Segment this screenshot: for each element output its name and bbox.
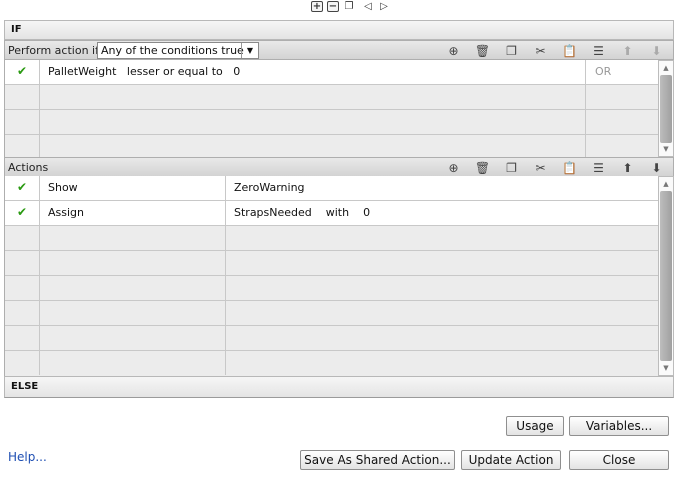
- scroll-thumb[interactable]: [660, 191, 672, 361]
- actions-toolbar: Actions ⊕ 🗑 ❐ ✂ 📋 ☰ ⬆ ⬇: [4, 157, 674, 177]
- next-arrow-icon[interactable]: ▷: [378, 1, 390, 12]
- copy-icon[interactable]: ❐: [343, 1, 355, 12]
- empty-condition-row[interactable]: [5, 85, 658, 110]
- chevron-down-icon: ▼: [241, 43, 258, 58]
- condition-text[interactable]: PalletWeight lesser or equal to 0: [40, 60, 586, 84]
- actions-grid: ✔ Show ZeroWarning ✔ Assign StrapsNeeded…: [4, 176, 658, 376]
- help-link[interactable]: Help...: [8, 450, 47, 464]
- action-row[interactable]: ✔ Assign StrapsNeeded with 0: [5, 201, 658, 226]
- move-down-icon[interactable]: ⬇: [642, 42, 671, 59]
- check-icon[interactable]: ✔: [5, 60, 40, 84]
- perform-action-label: Perform action if:: [8, 44, 103, 57]
- copy-icon[interactable]: ❐: [497, 42, 526, 59]
- action-detail[interactable]: StrapsNeeded with 0: [226, 201, 658, 225]
- condition-mode-select[interactable]: Any of the conditions true ▼: [97, 42, 259, 59]
- action-detail[interactable]: ZeroWarning: [226, 176, 658, 200]
- scroll-up-icon[interactable]: ▲: [659, 178, 673, 190]
- empty-action-row[interactable]: [5, 301, 658, 326]
- insert-after-icon[interactable]: ☰: [584, 42, 613, 59]
- move-down-icon[interactable]: ⬇: [642, 159, 671, 176]
- empty-action-row[interactable]: [5, 276, 658, 301]
- update-action-button[interactable]: Update Action: [461, 450, 561, 470]
- action-row[interactable]: ✔ Show ZeroWarning: [5, 176, 658, 201]
- save-shared-action-button[interactable]: Save As Shared Action...: [300, 450, 455, 470]
- actions-title: Actions: [8, 161, 49, 174]
- add-icon[interactable]: +: [311, 1, 323, 12]
- conditions-toolbar: Perform action if: Any of the conditions…: [4, 40, 674, 60]
- actions-scrollbar[interactable]: ▲ ▼: [658, 176, 674, 376]
- delete-icon[interactable]: 🗑: [468, 42, 497, 59]
- usage-button[interactable]: Usage: [506, 416, 564, 436]
- insert-row-icon[interactable]: ⊕: [439, 159, 468, 176]
- variables-button[interactable]: Variables...: [569, 416, 669, 436]
- conditions-grid: ✔ PalletWeight lesser or equal to 0 OR: [4, 60, 658, 157]
- condition-row[interactable]: ✔ PalletWeight lesser or equal to 0 OR: [5, 60, 658, 85]
- conditions-toolbar-icons: ⊕ 🗑 ❐ ✂ 📋 ☰ ⬆ ⬇: [439, 42, 671, 59]
- if-title: IF: [11, 24, 22, 35]
- condition-connector[interactable]: OR: [586, 60, 658, 84]
- empty-condition-row[interactable]: [5, 135, 658, 157]
- prev-arrow-icon[interactable]: ◁: [362, 1, 374, 12]
- insert-after-icon[interactable]: ☰: [584, 159, 613, 176]
- if-section-header: IF: [4, 20, 674, 40]
- cut-icon[interactable]: ✂: [526, 42, 555, 59]
- copy-icon[interactable]: ❐: [497, 159, 526, 176]
- delete-icon[interactable]: 🗑: [468, 159, 497, 176]
- remove-icon[interactable]: −: [327, 1, 339, 12]
- paste-icon[interactable]: 📋: [555, 159, 584, 176]
- else-title: ELSE: [11, 381, 39, 392]
- close-button[interactable]: Close: [569, 450, 669, 470]
- conditions-scrollbar[interactable]: ▲ ▼: [658, 60, 674, 157]
- empty-action-row[interactable]: [5, 226, 658, 251]
- rule-nav-bar: + − ❐ ◁ ▷: [0, 0, 677, 14]
- insert-row-icon[interactable]: ⊕: [439, 42, 468, 59]
- check-icon[interactable]: ✔: [5, 176, 40, 200]
- action-name[interactable]: Show: [40, 176, 226, 200]
- else-section-header[interactable]: ELSE: [4, 376, 674, 398]
- scroll-down-icon[interactable]: ▼: [659, 362, 673, 374]
- condition-mode-value: Any of the conditions true: [101, 44, 244, 57]
- scroll-thumb[interactable]: [660, 75, 672, 143]
- move-up-icon[interactable]: ⬆: [613, 159, 642, 176]
- check-icon[interactable]: ✔: [5, 201, 40, 225]
- move-up-icon[interactable]: ⬆: [613, 42, 642, 59]
- actions-toolbar-icons: ⊕ 🗑 ❐ ✂ 📋 ☰ ⬆ ⬇: [439, 159, 671, 176]
- empty-action-row[interactable]: [5, 351, 658, 376]
- empty-condition-row[interactable]: [5, 110, 658, 135]
- scroll-up-icon[interactable]: ▲: [659, 62, 673, 74]
- empty-action-row[interactable]: [5, 251, 658, 276]
- paste-icon[interactable]: 📋: [555, 42, 584, 59]
- empty-action-row[interactable]: [5, 326, 658, 351]
- action-name[interactable]: Assign: [40, 201, 226, 225]
- scroll-down-icon[interactable]: ▼: [659, 143, 673, 155]
- cut-icon[interactable]: ✂: [526, 159, 555, 176]
